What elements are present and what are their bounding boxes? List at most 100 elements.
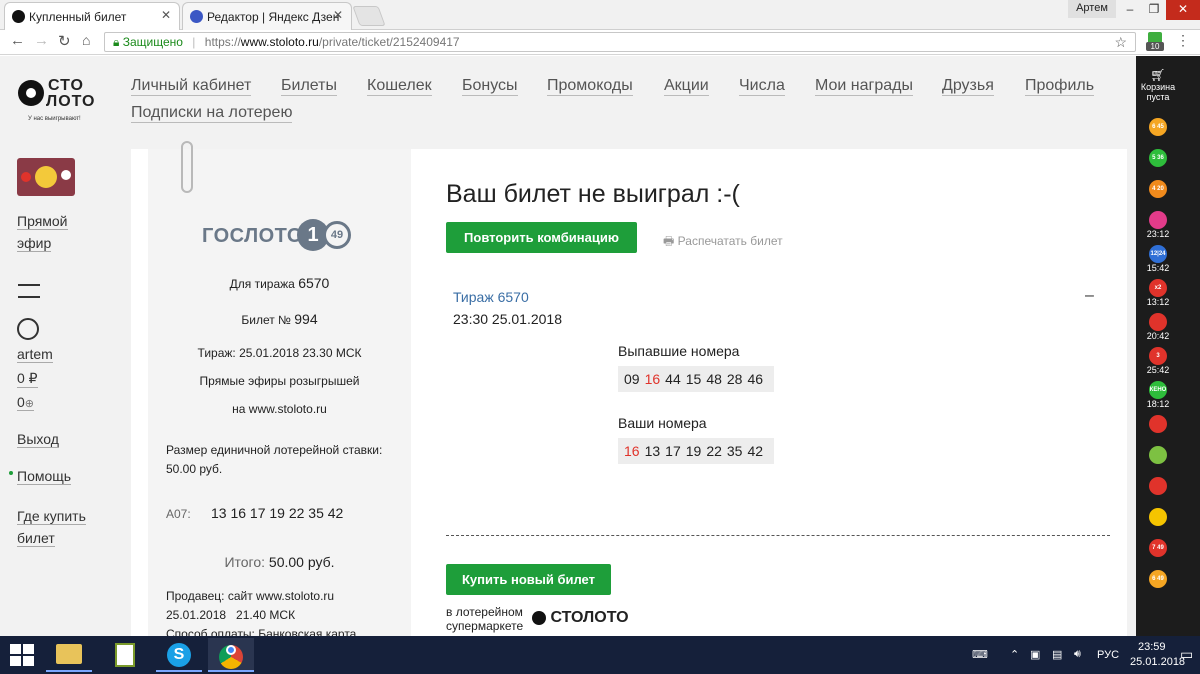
minimize-icon[interactable]: – <box>1118 0 1142 20</box>
address-bar[interactable]: 🔒︎ Защищено | https://www.stoloto.ru/pri… <box>104 32 1136 52</box>
keyboard-icon[interactable]: ⌨ <box>972 648 988 661</box>
network-icon[interactable]: ▤ <box>1052 648 1062 661</box>
nav-promocodes[interactable]: Промокоды <box>547 77 633 96</box>
tab-purchased-ticket[interactable]: Купленный билет ✕ <box>4 2 180 30</box>
extension-game-lotto-6-45[interactable]: 6 45 <box>1136 118 1180 136</box>
clock-time[interactable]: 23:59 <box>1138 641 1166 653</box>
user-avatar-icon[interactable] <box>17 318 39 340</box>
extension-game-bingo[interactable] <box>1136 446 1180 464</box>
nav-lottery-subscriptions[interactable]: Подписки на лотерею <box>131 104 293 123</box>
where-to-buy-line2[interactable]: билет <box>17 530 55 547</box>
extension-game-keno[interactable]: КЕНО 18:12 <box>1136 381 1180 409</box>
bookmark-star-icon[interactable]: ☆ <box>1114 33 1127 51</box>
home-icon[interactable]: ⌂ <box>82 32 90 48</box>
drawn-number: 15 <box>685 371 702 387</box>
restore-icon[interactable]: ❐ <box>1142 0 1166 20</box>
game-timer: 23:12 <box>1146 229 1170 239</box>
nav-numbers[interactable]: Числа <box>739 77 785 96</box>
live-broadcast-thumbnail[interactable] <box>17 158 75 196</box>
your-number: 17 <box>665 443 681 459</box>
print-ticket-button[interactable]: 🖶︎ Распечатать билет <box>663 232 783 253</box>
close-tab-icon[interactable]: ✕ <box>161 8 171 22</box>
your-number: 22 <box>706 443 722 459</box>
badge-small: 49 <box>323 221 351 249</box>
your-number: 13 <box>644 443 661 459</box>
nav-personal-cabinet[interactable]: Личный кабинет <box>131 77 252 96</box>
chrome-icon[interactable] <box>208 638 254 672</box>
windows-start-icon[interactable] <box>10 644 34 666</box>
market-line1: в лотерейном <box>446 605 523 619</box>
notifications-icon[interactable]: ▭ <box>1180 646 1193 663</box>
logout-link[interactable]: Выход <box>17 431 59 448</box>
result-title: Ваш билет не выиграл :-( <box>446 180 740 208</box>
tray-expand-icon[interactable]: ⌃ <box>1010 648 1019 661</box>
tab-zen-editor[interactable]: Редактор | Яндекс Дзен ✕ <box>182 2 352 30</box>
url-scheme: https:// <box>204 35 241 49</box>
cart-label-2: пуста <box>1146 92 1170 102</box>
close-tab-icon[interactable]: ✕ <box>333 8 343 22</box>
game-timer: 15:42 <box>1146 263 1170 273</box>
extension-game-sportloto-6-49[interactable]: 6 49 <box>1136 570 1180 588</box>
rapido-icon <box>1149 211 1167 229</box>
hamburger-menu-icon[interactable] <box>18 284 40 298</box>
extension-game-gosloto-7-49[interactable]: 7 49 <box>1136 539 1180 557</box>
extension-game-housing-lottery[interactable] <box>1136 415 1180 433</box>
extension-game-top3-3[interactable]: 3 25:42 <box>1136 347 1180 375</box>
nav-wallet[interactable]: Кошелек <box>367 77 432 96</box>
nav-tickets[interactable]: Билеты <box>281 77 337 96</box>
logo-bottom: ЛОТО <box>46 93 96 110</box>
game-timer: 25:42 <box>1146 365 1170 375</box>
clock-date[interactable]: 25.01.2018 <box>1130 656 1185 668</box>
nav-friends[interactable]: Друзья <box>942 77 994 96</box>
profile-name[interactable]: Артем <box>1068 0 1116 18</box>
close-window-icon[interactable]: ✕ <box>1166 0 1200 20</box>
where-to-buy-line1[interactable]: Где купить <box>17 508 86 525</box>
username-link[interactable]: artem <box>17 346 53 363</box>
forward-icon[interactable]: → <box>34 32 49 49</box>
tray-app-icon[interactable]: ▣ <box>1030 648 1040 661</box>
back-icon[interactable]: ← <box>10 32 25 49</box>
volume-icon[interactable]: 🔊︎ <box>1074 648 1081 661</box>
url-host: www.stoloto.ru <box>240 35 319 49</box>
file-explorer-icon[interactable] <box>46 638 92 672</box>
help-dot-icon <box>9 471 13 475</box>
menu-icon[interactable]: ⋮ <box>1176 32 1190 49</box>
extension-game-russian-lotto[interactable] <box>1136 477 1180 495</box>
result-panel: Ваш билет не выиграл :-( Повторить комби… <box>411 149 1127 636</box>
lotto-5-36-icon: 5 36 <box>1149 149 1167 167</box>
collapse-icon[interactable]: – <box>1085 287 1094 305</box>
drawn-number: 16 <box>644 371 661 387</box>
drawn-number: 46 <box>747 371 764 387</box>
extension-game-lotto-5-36[interactable]: 5 36 <box>1136 149 1180 167</box>
nav-bonuses[interactable]: Бонусы <box>462 77 518 96</box>
bonus-link[interactable]: 0⊕ <box>17 394 35 411</box>
notepad-app-icon[interactable] <box>102 638 148 672</box>
nav-my-awards[interactable]: Мои награды <box>815 77 913 96</box>
balance-link[interactable]: 0 ₽ <box>17 370 38 388</box>
extension-game-x2[interactable]: x2 13:12 <box>1136 279 1180 307</box>
live-info-line1: Прямые эфиры розыгрышей <box>199 374 360 388</box>
live-link-line1[interactable]: Прямой <box>17 213 68 230</box>
extension-game-horseshoe[interactable] <box>1136 508 1180 526</box>
nav-promotions[interactable]: Акции <box>664 77 709 96</box>
extension-game-12-24[interactable]: 12|24 15:42 <box>1136 245 1180 273</box>
extension-game-rapido[interactable]: 23:12 <box>1136 211 1180 239</box>
buy-new-ticket-button[interactable]: Купить новый билет <box>446 564 611 595</box>
cart-button[interactable]: 🛒︎ Корзина пуста <box>1136 68 1180 102</box>
repeat-combination-button[interactable]: Повторить комбинацию <box>446 222 637 253</box>
extension-icon[interactable]: 10 <box>1146 32 1164 52</box>
stoloto-market-logo[interactable]: СТОЛОТО <box>532 609 629 627</box>
live-link-line2[interactable]: эфир <box>17 235 52 252</box>
extension-game-lotto-4-20[interactable]: 4 20 <box>1136 180 1180 198</box>
help-link[interactable]: Помощь <box>17 468 72 485</box>
draw-link[interactable]: Тираж 6570 <box>453 289 529 305</box>
skype-icon[interactable]: S <box>156 638 202 672</box>
market-caption: в лотерейном супермаркете <box>446 605 523 633</box>
language-indicator[interactable]: РУС <box>1097 649 1119 661</box>
ticket-card: ГОСЛОТО 1 49 Для тиража 6570 Билет № 994… <box>148 141 411 636</box>
stake-value: 50.00 руб. <box>166 462 223 476</box>
reload-icon[interactable]: ↻ <box>58 32 71 50</box>
new-tab-button[interactable] <box>352 6 386 26</box>
extension-game-top3[interactable]: 20:42 <box>1136 313 1180 341</box>
nav-profile[interactable]: Профиль <box>1025 77 1095 96</box>
